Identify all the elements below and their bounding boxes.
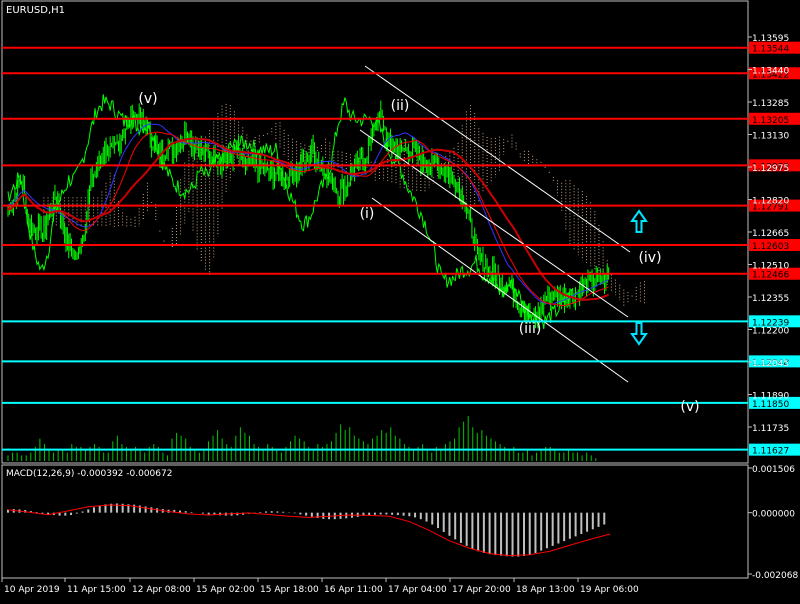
y-tick-label: 1.12045 (752, 359, 789, 369)
x-tick-label: 19 Apr 06:00 (580, 585, 639, 595)
macd-indicator-title: MACD(12,26,9) -0.000392 -0.000672 (6, 469, 172, 479)
y-tick-label: 1.12200 (752, 327, 789, 337)
x-tick-label: 17 Apr 04:00 (388, 585, 447, 595)
support-level-price-label: 1.11627 (752, 447, 789, 457)
x-tick-label: 12 Apr 08:00 (132, 585, 191, 595)
y-tick-label: 1.12665 (752, 229, 789, 239)
x-tick-label: 16 Apr 11:00 (324, 585, 383, 595)
y-tick-label: 1.13440 (752, 67, 789, 77)
x-tick-label: 15 Apr 02:00 (196, 585, 255, 595)
y-tick-label: 1.12355 (752, 294, 789, 304)
resistance-level-price-label: 1.12466 (752, 271, 789, 281)
wave-label: (ii) (391, 98, 410, 114)
y-tick-label: 1.11735 (752, 424, 789, 434)
x-tick-label: 17 Apr 20:00 (452, 585, 511, 595)
wave-label: (v) (138, 91, 157, 107)
resistance-level-price-label: 1.13544 (752, 45, 789, 55)
y-tick-label: 1.12975 (752, 164, 789, 174)
wave-label: (iv) (638, 250, 661, 266)
x-tick-label: 15 Apr 18:00 (260, 585, 319, 595)
y-tick-label: 1.13285 (752, 99, 789, 109)
trading-chart[interactable]: 1.13544 1.13422 1.13205 1.12983 1.12791 1.126… (0, 0, 800, 600)
y-tick-label: 1.12510 (752, 262, 789, 272)
y-tick-label: 1.13595 (752, 34, 789, 44)
symbol-title: EURUSD,H1 (6, 5, 65, 16)
x-tick-label: 11 Apr 15:00 (67, 585, 126, 595)
x-tick-label: 10 Apr 2019 (4, 585, 60, 595)
y-tick-label: 1.12820 (752, 197, 789, 207)
y-tick-label: 1.13130 (752, 132, 789, 142)
resistance-level-price-label: 1.12603 (752, 242, 789, 252)
macd-y-tick-label: 0.000000 (752, 510, 795, 520)
x-tick-label: 18 Apr 13:00 (516, 585, 575, 595)
wave-label: (v) (680, 399, 699, 415)
macd-y-tick-label: -0.002068 (752, 571, 798, 581)
wave-label: (iii) (519, 321, 542, 337)
y-tick-label: 1.11890 (752, 392, 789, 402)
wave-label: (i) (360, 206, 375, 222)
chart-canvas: 1.135441.134221.132051.129831.127911.126… (0, 0, 800, 600)
resistance-level-price-label: 1.13205 (752, 116, 789, 126)
macd-y-tick-label: 0.001506 (752, 465, 795, 475)
